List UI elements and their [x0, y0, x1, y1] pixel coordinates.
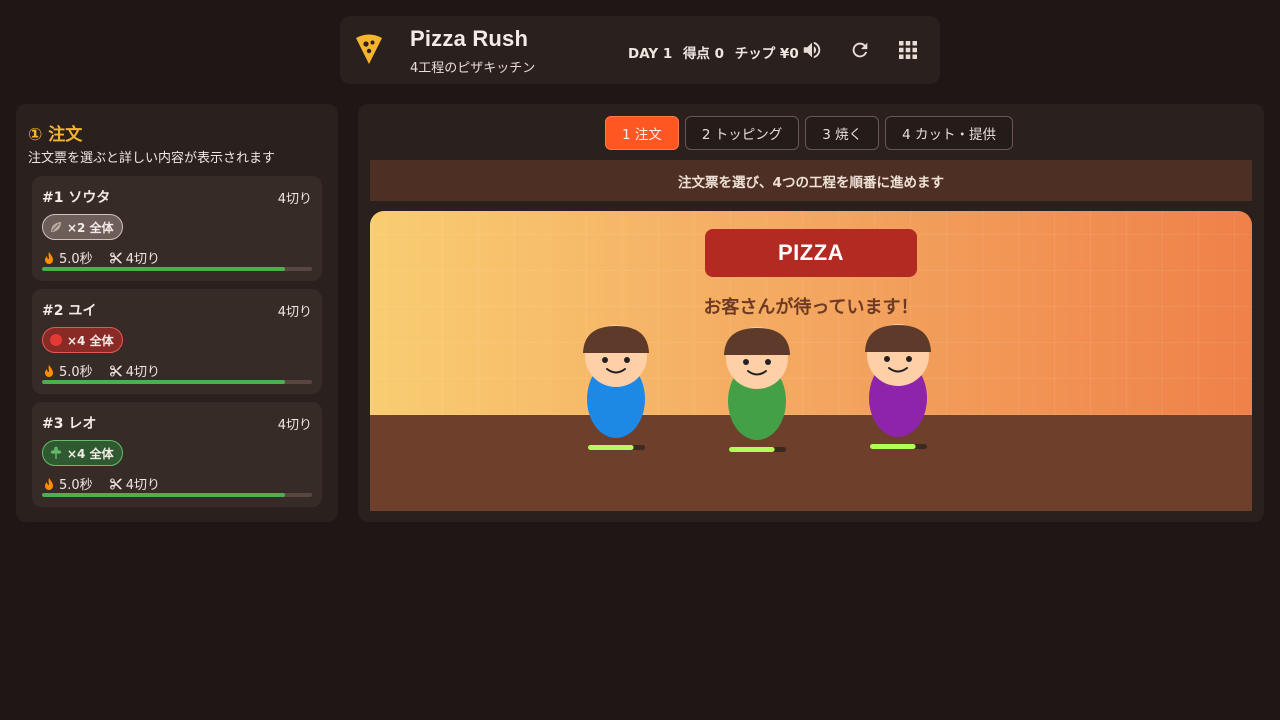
tab-topping[interactable]: 2 トッピング: [684, 116, 800, 150]
grid-menu-icon: [899, 41, 917, 59]
pizza-logo-icon: [356, 34, 382, 64]
shop-scene: PIZZA お客さんが待っています！: [370, 211, 1252, 511]
order-ticket-1[interactable]: #1 ソウタ 4切り ×2 全体 5.0秒 4切り: [32, 176, 322, 281]
topping-chip: ×4 全体: [42, 327, 123, 353]
bake-time: 5.0秒: [59, 252, 93, 267]
restart-icon: [852, 42, 868, 58]
scissors-icon: [109, 477, 122, 490]
slice-count: 4切り: [125, 478, 160, 493]
score-counter: 得点 0: [682, 46, 725, 62]
order-timer-bar: [42, 267, 312, 271]
flame-icon: [45, 364, 53, 377]
orders-panel-subtitle: 注文票を選ぶと詳しい内容が表示されます: [28, 151, 276, 166]
pepperoni-icon: [50, 334, 62, 346]
order-timer-fill: [42, 380, 285, 384]
waiting-message: お客さんが待っています！: [703, 297, 919, 318]
topping-label: ×4 全体: [67, 333, 114, 348]
order-timer-fill: [42, 267, 285, 271]
basil-icon: [50, 446, 62, 459]
scissors-icon: [109, 251, 122, 264]
order-customer-name: #2 ユイ: [42, 303, 97, 319]
bake-time: 5.0秒: [59, 478, 93, 493]
shop-counter: [370, 415, 1252, 511]
order-meta: 5.0秒 4切り: [42, 361, 160, 380]
orders-panel: ① 注文 注文票を選ぶと詳しい内容が表示されます #1 ソウタ 4切り ×2 全…: [16, 104, 338, 522]
order-customer-name: #3 レオ: [42, 416, 97, 432]
topping-chip: ×2 全体: [42, 214, 123, 240]
game-header: Pizza Rush 4工程のピザキッチン DAY 1 得点 0 チップ ¥0: [340, 16, 940, 84]
restart-button[interactable]: [846, 36, 874, 64]
slice-count: 4切り: [125, 252, 160, 267]
order-ticket-2[interactable]: #2 ユイ 4切り ×4 全体 5.0秒 4切り: [32, 289, 322, 394]
flame-icon: [45, 477, 53, 490]
pizza-sign: PIZZA: [705, 229, 917, 277]
customer-3[interactable]: [858, 322, 938, 452]
order-cut-count: 4切り: [277, 418, 312, 433]
scissors-icon: [109, 364, 122, 377]
order-meta: 5.0秒 4切り: [42, 248, 160, 267]
topping-chip: ×4 全体: [42, 440, 123, 466]
order-cut-count: 4切り: [277, 192, 312, 207]
order-timer-bar: [42, 493, 312, 497]
topping-label: ×4 全体: [67, 446, 114, 461]
tab-order[interactable]: 1 注文: [605, 116, 679, 150]
customer-2[interactable]: [717, 325, 797, 455]
slice-count: 4切り: [125, 365, 160, 380]
order-meta: 5.0秒 4切り: [42, 474, 160, 493]
customer-1[interactable]: [576, 323, 656, 453]
leaf-icon: [51, 222, 61, 232]
status-bar: DAY 1 得点 0 チップ ¥0: [628, 42, 805, 62]
orders-panel-title: ① 注文: [28, 125, 83, 145]
order-cut-count: 4切り: [277, 305, 312, 320]
game-subtitle: 4工程のピザキッチン: [410, 61, 536, 76]
tab-cut-serve[interactable]: 4 カット・提供: [885, 116, 1014, 150]
order-timer-bar: [42, 380, 312, 384]
tips-counter: チップ ¥0: [734, 46, 799, 62]
instruction-banner: 注文票を選び、4つの工程を順番に進めます: [370, 160, 1252, 201]
kitchen-panel: 1 注文 2 トッピング 3 焼く 4 カット・提供 注文票を選び、4つの工程を…: [358, 104, 1264, 522]
order-customer-name: #1 ソウタ: [42, 190, 111, 206]
flame-icon: [45, 251, 53, 264]
day-counter: DAY 1: [628, 46, 673, 62]
bake-time: 5.0秒: [59, 365, 93, 380]
topping-label: ×2 全体: [67, 220, 114, 235]
order-timer-fill: [42, 493, 285, 497]
volume-button[interactable]: [798, 36, 826, 64]
tab-bake[interactable]: 3 焼く: [805, 116, 880, 150]
menu-button[interactable]: [894, 36, 922, 64]
volume-icon: [803, 41, 821, 59]
order-ticket-3[interactable]: #3 レオ 4切り ×4 全体 5.0秒 4切り: [32, 402, 322, 507]
step-tabs: 1 注文 2 トッピング 3 焼く 4 カット・提供: [605, 116, 1014, 150]
game-title: Pizza Rush: [410, 26, 529, 51]
